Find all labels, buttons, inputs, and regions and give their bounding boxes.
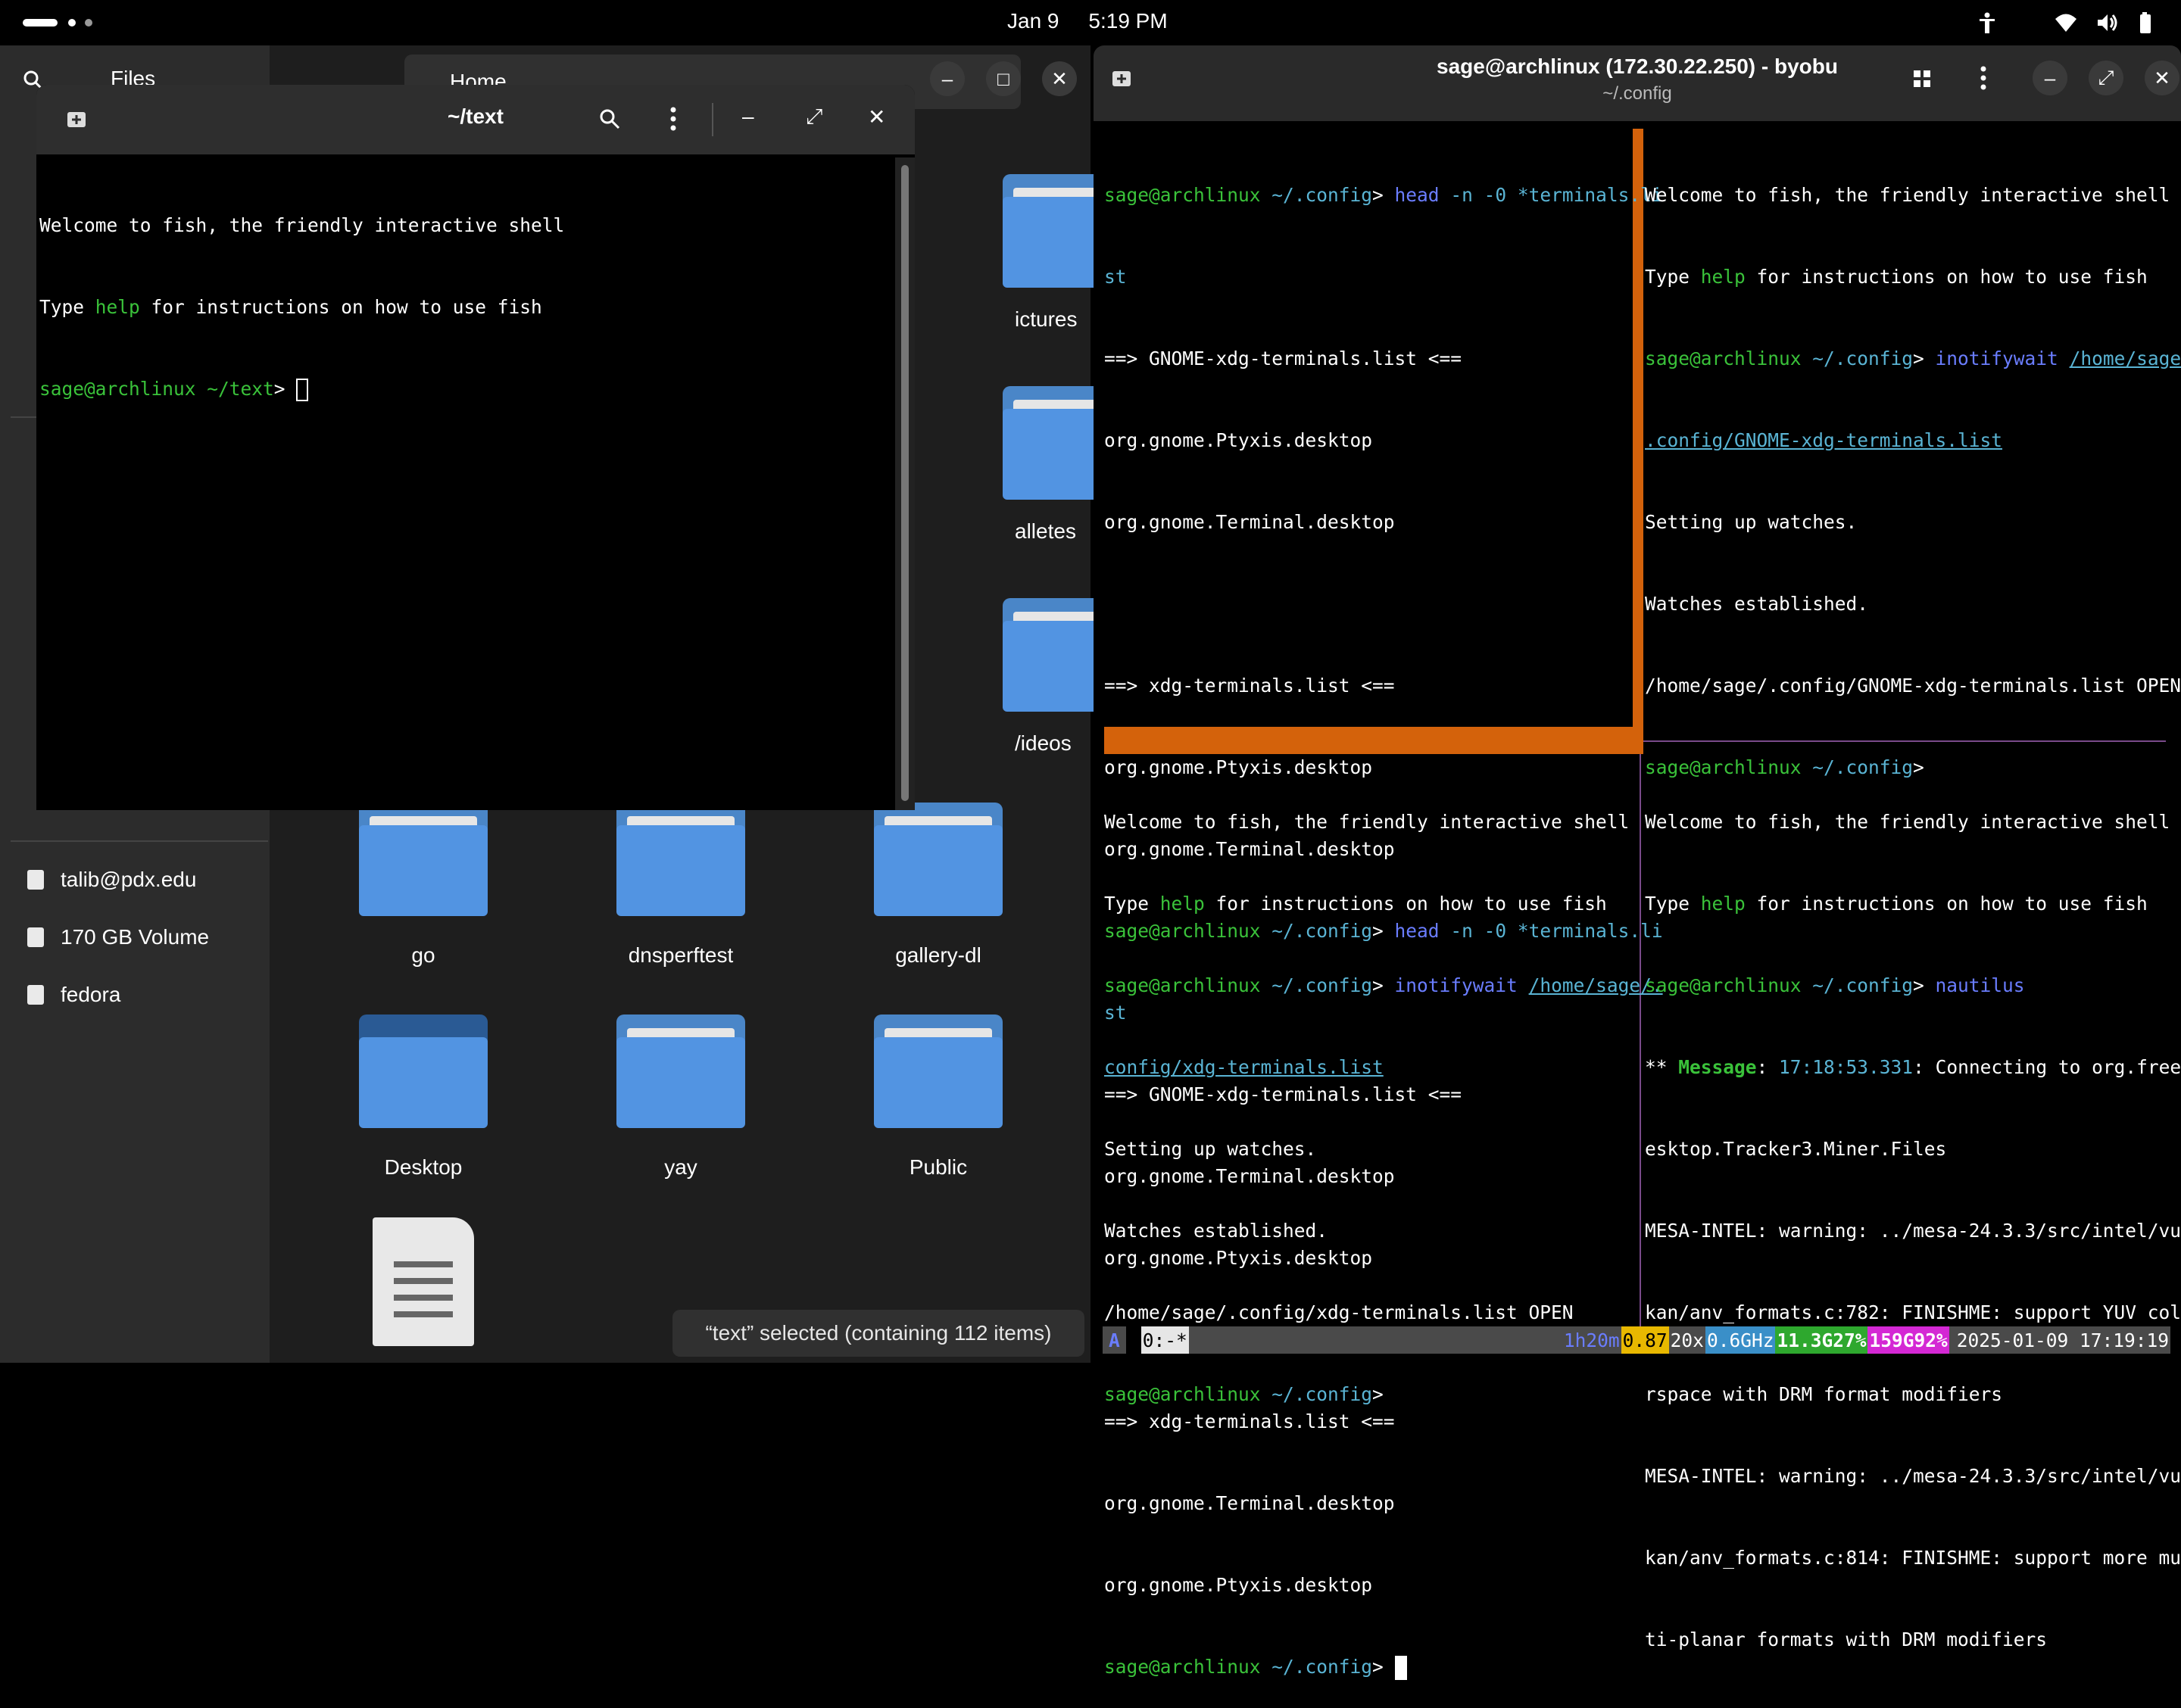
- close-button[interactable]: ✕: [868, 104, 885, 129]
- desktop-folder-icon[interactable]: [359, 1015, 488, 1128]
- battery-icon[interactable]: [2136, 11, 2160, 35]
- byobu-status-bar: A 0:-* 1h20m 0.87 20x 0.6GHz 11.3G27% 15…: [1103, 1325, 2170, 1355]
- folder-label[interactable]: Desktop: [310, 1155, 537, 1180]
- accessibility-icon[interactable]: [1975, 11, 1999, 35]
- cursor: [1394, 1656, 1407, 1680]
- folder-icon[interactable]: [874, 803, 1003, 916]
- menu-icon[interactable]: [662, 106, 685, 132]
- window-tab[interactable]: 0:-*: [1140, 1326, 1189, 1354]
- terminal-header: sage@archlinux (172.30.22.250) - byobu ~…: [1094, 45, 2181, 121]
- terminal-line: Welcome to fish, the friendly interactiv…: [39, 214, 565, 236]
- uptime: 1h20m: [1562, 1326, 1621, 1354]
- terminal-prompt: sage@archlinux ~/text>: [39, 376, 895, 403]
- header-divider: [712, 103, 713, 136]
- folder-label[interactable]: gallery-dl: [825, 943, 1052, 968]
- minimize-button[interactable]: –: [930, 61, 965, 96]
- scrollbar[interactable]: [895, 157, 915, 810]
- server-icon: [27, 870, 44, 890]
- terminal-window[interactable]: ~/text – ⤢ ✕ Welcome to fish, the friend…: [36, 85, 915, 810]
- tab-overview-icon[interactable]: [1911, 68, 1933, 89]
- pane-divider[interactable]: [1640, 754, 1641, 1326]
- maximize-button[interactable]: ⤢: [2089, 61, 2123, 95]
- date-label: Jan 9: [1007, 9, 1059, 33]
- cursor: [296, 379, 309, 401]
- minimize-button[interactable]: –: [2033, 61, 2067, 95]
- datetime: 2025-01-09 17:19:19: [1949, 1326, 2170, 1354]
- folder-label[interactable]: yay: [567, 1155, 794, 1180]
- pane-bottom-right[interactable]: Welcome to fish, the friendly interactiv…: [1645, 754, 2181, 1681]
- folder-icon[interactable]: [359, 803, 488, 916]
- folder-icon[interactable]: [616, 803, 745, 916]
- folder-label[interactable]: dnsperftest: [567, 943, 794, 968]
- selection-status: “text” selected (containing 112 items): [672, 1310, 1084, 1357]
- drive-icon: [27, 927, 44, 947]
- sidebar-item-label: talib@pdx.edu: [61, 868, 197, 891]
- search-icon[interactable]: [598, 108, 621, 130]
- top-bar: Jan 9 5:19 PM: [0, 0, 2181, 45]
- wifi-icon[interactable]: [2054, 11, 2078, 35]
- load-average: 0.87: [1621, 1326, 1669, 1354]
- workspace-indicator[interactable]: [68, 19, 76, 26]
- disk-usage: 159G92%: [1867, 1326, 1949, 1354]
- terminal-output[interactable]: Welcome to fish, the friendly interactiv…: [39, 157, 895, 809]
- memory-usage: 11.3G27%: [1775, 1326, 1868, 1354]
- sidebar-item-network-drive[interactable]: talib@pdx.edu: [27, 860, 196, 899]
- workspace-indicator[interactable]: [85, 19, 92, 26]
- terminal-header: ~/text – ⤢ ✕: [36, 85, 915, 154]
- close-button[interactable]: ✕: [1042, 61, 1077, 96]
- cpu-frequency: 0.6GHz: [1705, 1326, 1776, 1354]
- terminal-line: Type help for instructions on how to use…: [39, 296, 542, 318]
- cpu-count: 20x: [1668, 1326, 1705, 1354]
- folder-label[interactable]: Public: [825, 1155, 1052, 1180]
- sidebar-item-label: fedora: [61, 983, 121, 1006]
- drive-icon: [27, 985, 44, 1005]
- clock[interactable]: Jan 9 5:19 PM: [1007, 9, 1168, 33]
- sidebar-item-volume[interactable]: 170 GB Volume: [27, 918, 209, 957]
- terminal-title: ~/text: [448, 104, 504, 128]
- minimize-button[interactable]: –: [742, 104, 754, 129]
- maximize-button[interactable]: ⤢: [806, 104, 822, 129]
- text-file-icon[interactable]: [373, 1217, 474, 1346]
- sidebar-item-fedora[interactable]: fedora: [27, 975, 120, 1015]
- sidebar-item-label: 170 GB Volume: [61, 925, 210, 949]
- terminal-subtitle: ~/.config: [1602, 83, 1672, 104]
- volume-icon[interactable]: [2095, 11, 2119, 35]
- sidebar-divider: [11, 840, 268, 842]
- workspace-indicator-active[interactable]: [23, 19, 58, 26]
- close-button[interactable]: ✕: [2145, 61, 2179, 95]
- pane-border-active: [1633, 129, 1643, 754]
- time-label: 5:19 PM: [1088, 9, 1168, 33]
- maximize-button[interactable]: □: [986, 61, 1021, 96]
- folder-label[interactable]: go: [310, 943, 537, 968]
- public-folder-icon[interactable]: [874, 1015, 1003, 1128]
- pane-top-right[interactable]: Welcome to fish, the friendly interactiv…: [1645, 127, 2181, 809]
- byobu-logo: A: [1103, 1326, 1126, 1354]
- folder-icon[interactable]: [616, 1015, 745, 1128]
- menu-icon[interactable]: [1972, 65, 1995, 91]
- terminal-title: sage@archlinux (172.30.22.250) - byobu: [1437, 55, 1838, 78]
